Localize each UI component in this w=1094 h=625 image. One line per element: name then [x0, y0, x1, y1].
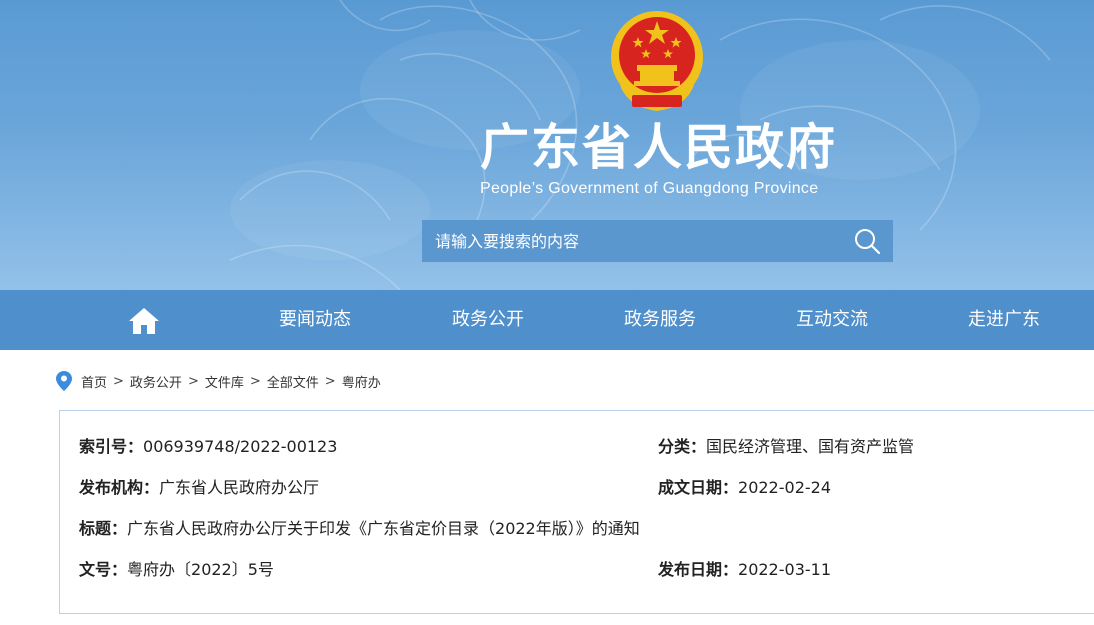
doc-number-row: 文号：粤府办〔2022〕5号: [79, 556, 274, 580]
publisher-value: 广东省人民政府办公厅: [159, 478, 320, 497]
category-row: 分类：国民经济管理、国有资产监管: [658, 433, 914, 457]
breadcrumb-home[interactable]: 首页: [81, 372, 107, 391]
doc-number-value: 粤府办〔2022〕5号: [127, 560, 274, 579]
index-number-label: 索引号：: [79, 437, 144, 456]
created-date-row: 成文日期：2022-02-24: [658, 474, 831, 498]
document-info-panel: 索引号：006939748/2022-00123 分类：国民经济管理、国有资产监…: [59, 410, 1094, 614]
location-pin-icon: [56, 371, 72, 391]
publisher-label: 发布机构：: [79, 478, 160, 497]
home-icon[interactable]: [128, 307, 160, 335]
breadcrumb-file-library[interactable]: 文件库: [205, 372, 244, 391]
publish-date-row: 发布日期：2022-03-11: [658, 556, 831, 580]
search-icon[interactable]: [851, 226, 885, 256]
breadcrumb-current[interactable]: 粤府办: [342, 372, 381, 391]
doc-title-row: 标题：广东省人民政府办公厅关于印发《广东省定价目录（2022年版）》的通知: [79, 515, 640, 539]
site-title: 广东省人民政府: [480, 119, 838, 176]
index-number-value: 006939748/2022-00123: [143, 437, 338, 456]
breadcrumb-separator: >: [187, 373, 199, 389]
breadcrumb: 首页 > 政务公开 > 文件库 > 全部文件 > 粤府办: [56, 370, 381, 392]
search-input[interactable]: [422, 220, 842, 262]
search-bar: [422, 220, 893, 262]
doc-title-label: 标题：: [79, 519, 128, 538]
breadcrumb-separator: >: [113, 373, 124, 389]
nav-item-services[interactable]: 政务服务: [624, 290, 696, 350]
category-value: 国民经济管理、国有资产监管: [706, 437, 915, 456]
publish-date-label: 发布日期：: [658, 560, 739, 579]
index-number-row: 索引号：006939748/2022-00123: [79, 433, 337, 457]
breadcrumb-gov-affairs[interactable]: 政务公开: [130, 372, 182, 391]
category-label: 分类：: [658, 437, 707, 456]
nav-item-news[interactable]: 要闻动态: [279, 290, 351, 350]
main-nav: 要闻动态 政务公开 政务服务 互动交流 走进广东: [0, 290, 1094, 350]
breadcrumb-separator: >: [249, 373, 261, 389]
created-date-label: 成文日期：: [658, 478, 739, 497]
breadcrumb-separator: >: [324, 373, 336, 389]
publisher-row: 发布机构：广东省人民政府办公厅: [79, 474, 319, 498]
site-subtitle: People’s Government of Guangdong Provinc…: [480, 180, 819, 197]
doc-number-label: 文号：: [79, 560, 128, 579]
doc-title-value: 广东省人民政府办公厅关于印发《广东省定价目录（2022年版）》的通知: [127, 519, 640, 538]
nav-item-interaction[interactable]: 互动交流: [796, 290, 868, 350]
header-banner: 广东省人民政府 People’s Government of Guangdong…: [0, 0, 1094, 290]
national-emblem-icon: [611, 11, 703, 111]
created-date-value: 2022-02-24: [738, 478, 831, 497]
nav-item-gov-affairs[interactable]: 政务公开: [452, 290, 524, 350]
breadcrumb-all-files[interactable]: 全部文件: [267, 372, 319, 391]
nav-item-about[interactable]: 走进广东: [968, 290, 1040, 350]
publish-date-value: 2022-03-11: [738, 560, 831, 579]
